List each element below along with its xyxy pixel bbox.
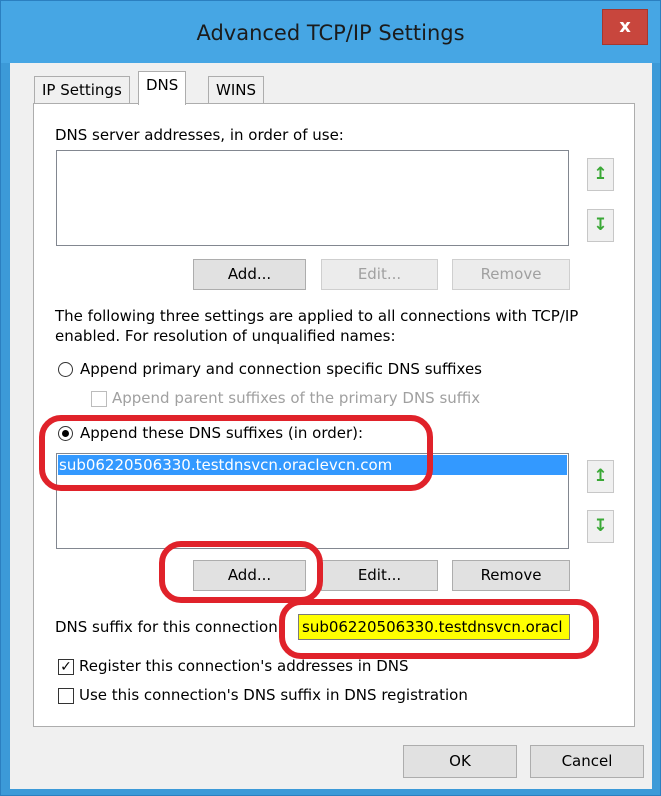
connection-suffix-label: DNS suffix for this connection: (55, 618, 283, 636)
arrow-down-icon: ↧ (593, 516, 608, 536)
tab-dns[interactable]: DNS (138, 71, 187, 105)
checkbox-append-parent-label: Append parent suffixes of the primary DN… (112, 389, 481, 407)
window-title: Advanced TCP/IP Settings (196, 21, 465, 45)
dns-tab-panel: DNS server addresses, in order of use: ↥… (33, 103, 635, 727)
dns-server-up-button[interactable]: ↥ (587, 158, 614, 191)
arrow-down-icon: ↧ (593, 215, 608, 235)
dialog-window: Advanced TCP/IP Settings x IP Settings D… (0, 0, 661, 796)
ok-button[interactable]: OK (403, 745, 517, 778)
radio-append-primary[interactable] (58, 362, 73, 377)
arrow-up-icon: ↥ (593, 466, 608, 486)
tab-strip: IP Settings DNS WINS (10, 63, 652, 105)
checkbox-append-parent[interactable] (91, 391, 107, 407)
arrow-up-icon: ↥ (593, 164, 608, 184)
dns-suffix-down-button[interactable]: ↧ (587, 510, 614, 543)
radio-append-primary-label: Append primary and connection specific D… (80, 360, 482, 378)
title-bar: Advanced TCP/IP Settings x (1, 1, 660, 63)
dns-suffix-add-button[interactable]: Add... (193, 560, 306, 591)
checkbox-use-suffix-label: Use this connection's DNS suffix in DNS … (79, 686, 468, 704)
tab-ip-settings[interactable]: IP Settings (34, 76, 130, 104)
dns-suffix-edit-button[interactable]: Edit... (321, 560, 438, 591)
close-button[interactable]: x (602, 9, 648, 45)
dns-suffix-list-item[interactable]: sub06220506330.testdnsvcn.oraclevcn.com (58, 455, 567, 475)
info-text-line1: The following three settings are applied… (55, 307, 579, 325)
tab-wins[interactable]: WINS (208, 76, 264, 104)
dns-suffix-up-button[interactable]: ↥ (587, 460, 614, 493)
dns-server-down-button[interactable]: ↧ (587, 209, 614, 242)
radio-append-these-label: Append these DNS suffixes (in order): (80, 424, 364, 442)
checkbox-use-suffix[interactable] (58, 688, 74, 704)
connection-suffix-input[interactable]: sub06220506330.testdnsvcn.oracl (298, 614, 570, 640)
dns-server-edit-button[interactable]: Edit... (321, 259, 438, 290)
checkbox-register-dns-label: Register this connection's addresses in … (79, 657, 409, 675)
dns-server-add-button[interactable]: Add... (193, 259, 306, 290)
dns-suffix-list[interactable]: sub06220506330.testdnsvcn.oraclevcn.com (56, 453, 569, 549)
dns-suffix-remove-button[interactable]: Remove (452, 560, 570, 591)
info-text-line2: enabled. For resolution of unqualified n… (55, 327, 396, 345)
checkbox-register-dns[interactable]: ✓ (58, 659, 74, 675)
dns-server-remove-button[interactable]: Remove (452, 259, 570, 290)
cancel-button[interactable]: Cancel (530, 745, 644, 778)
dns-servers-label: DNS server addresses, in order of use: (55, 126, 344, 144)
dialog-client: IP Settings DNS WINS DNS server addresse… (10, 63, 652, 789)
radio-append-these[interactable] (58, 426, 73, 441)
dns-servers-list[interactable] (56, 150, 569, 246)
